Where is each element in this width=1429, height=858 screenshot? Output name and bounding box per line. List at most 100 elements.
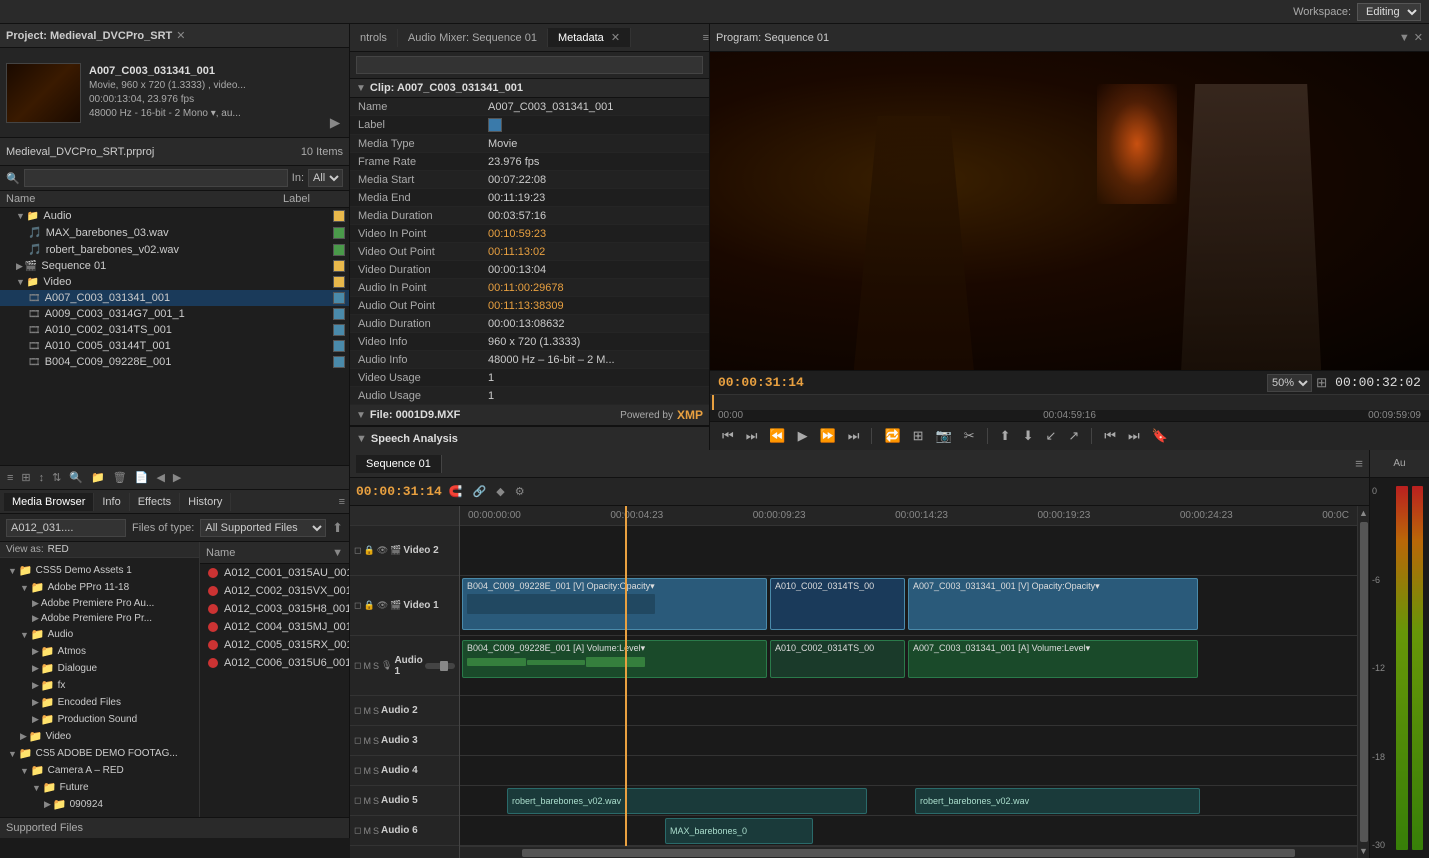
tree-video-file-4[interactable]: 🎞 A010_C005_03144T_001 <box>0 338 349 354</box>
media-panel-settings-button[interactable]: ≡ <box>339 496 345 508</box>
clip-b004[interactable]: B004_C009_09228E_001 [V] Opacity:Opacity… <box>462 578 767 630</box>
mt-camera-a[interactable]: ▼ 📁 Camera A – RED <box>4 762 195 779</box>
mt-production-sound[interactable]: ▶ 📁 Production Sound <box>4 711 195 728</box>
mt-cs5-demo-footage[interactable]: ▼ 📁 CS5 ADOBE DEMO FOOTAG... <box>4 745 195 762</box>
zoom-fit-button[interactable]: ⊞ <box>1316 375 1327 391</box>
mt-fx[interactable]: ▶ 📁 fx <box>4 677 195 694</box>
clip-play-button[interactable]: ▶ <box>327 115 343 131</box>
project-close-icon[interactable]: ✕ <box>176 29 185 42</box>
media-file-item-3[interactable]: A012_C003_0315H8_001.R3D <box>200 600 349 618</box>
tab-history[interactable]: History <box>180 493 231 511</box>
track-mute-audio[interactable]: M <box>363 796 371 806</box>
track-solo[interactable]: S <box>373 661 379 671</box>
clip-a010-v[interactable]: A010_C002_0314TS_00 <box>770 578 905 630</box>
metadata-tab-close-icon[interactable]: ✕ <box>611 32 620 44</box>
tab-info[interactable]: Info <box>94 493 129 511</box>
pm-close-button[interactable]: ✕ <box>1414 31 1423 44</box>
timeline-settings-button[interactable]: ≡ <box>1355 456 1363 471</box>
timeline-horizontal-scrollbar[interactable] <box>460 846 1357 858</box>
tree-video-folder[interactable]: ▼ 📁 Video <box>0 274 349 290</box>
track-solo[interactable]: S <box>373 706 379 716</box>
delete-button[interactable]: 🗑 <box>110 470 130 485</box>
media-file-item-2[interactable]: A012_C002_0315VX_001.R3D <box>200 582 349 600</box>
tree-video-file-3[interactable]: 🎞 A010_C002_0314TS_001 <box>0 322 349 338</box>
track-mute-audio[interactable]: M <box>363 736 371 746</box>
tl-snap-button[interactable]: 🧲 <box>446 484 466 499</box>
sort-col-button[interactable]: ▼ <box>332 547 343 559</box>
tl-add-marker-button[interactable]: ◆ <box>493 484 507 499</box>
clip-b004-a[interactable]: B004_C009_09228E_001 [A] Volume:Level▾ <box>462 640 767 678</box>
zoom-select[interactable]: 50% <box>1267 374 1312 392</box>
track-mute-audio[interactable]: M <box>363 661 371 671</box>
track-sync-lock[interactable]: ◻ <box>354 795 361 806</box>
track-solo[interactable]: S <box>373 766 379 776</box>
pm-marker-button[interactable]: 🔖 <box>1148 426 1172 446</box>
track-mute-audio[interactable]: M <box>363 706 371 716</box>
clip-a010-a[interactable]: A010_C002_0314TS_00 <box>770 640 905 678</box>
mt-adobeppro[interactable]: ▼ 📁 Adobe PPro 11-18 <box>4 579 195 596</box>
tree-sequence[interactable]: ▶ 🎬 Sequence 01 <box>0 258 349 274</box>
clip-a007-v[interactable]: A007_C003_031341_001 [V] Opacity:Opacity… <box>908 578 1198 630</box>
tab-controls[interactable]: ntrols <box>350 29 398 47</box>
tab-media-browser[interactable]: Media Browser <box>4 493 94 511</box>
timeline-ruler[interactable]: 00:00:00:00 00:00:04:23 00:00:09:23 00:0… <box>460 506 1357 526</box>
timeline-vertical-scrollbar[interactable]: ▲ ▼ <box>1357 506 1369 858</box>
track-lock[interactable]: 🔒 <box>363 545 374 556</box>
track-sync-lock[interactable]: ◻ <box>354 765 361 776</box>
pm-prev-edit-button[interactable]: ⏮ <box>1100 426 1120 446</box>
metadata-search-input[interactable] <box>356 56 703 74</box>
new-item-button[interactable]: 📄 <box>132 470 152 485</box>
prev-button[interactable]: ◀ <box>153 470 167 485</box>
pm-extract-button[interactable]: ⬇ <box>1019 426 1038 446</box>
tl-link-button[interactable]: 🔗 <box>470 484 490 499</box>
tree-video-file-2[interactable]: 🎞 A009_C003_0314G7_001_1 <box>0 306 349 322</box>
next-button[interactable]: ▶ <box>170 470 184 485</box>
sort-button[interactable]: ⇅ <box>49 470 64 485</box>
track-sync-lock[interactable]: ◻ <box>354 735 361 746</box>
pm-settings-button[interactable]: ▼ <box>1399 31 1410 44</box>
pm-insert-button[interactable]: ↙ <box>1041 426 1060 446</box>
in-select[interactable]: All <box>308 169 343 187</box>
project-search-input[interactable] <box>24 169 288 187</box>
mt-video-folder[interactable]: ▶ 📁 Video <box>4 728 195 745</box>
tab-metadata[interactable]: Metadata ✕ <box>548 28 631 47</box>
files-type-select[interactable]: All Supported Files <box>200 519 326 537</box>
program-monitor-ruler[interactable] <box>710 394 1429 410</box>
media-file-item-1[interactable]: A012_C001_0315AU_001.R3D <box>200 564 349 582</box>
tab-effects[interactable]: Effects <box>130 493 180 511</box>
media-file-item-4[interactable]: A012_C004_0315MJ_001.R3D <box>200 618 349 636</box>
track-sync-lock[interactable]: ◻ <box>354 825 361 836</box>
tree-video-file-1[interactable]: 🎞 A007_C003_031341_001 <box>0 290 349 306</box>
pm-loop-button[interactable]: 🔁 <box>880 426 904 446</box>
clip-max[interactable]: MAX_barebones_0 <box>665 818 813 844</box>
mt-atmos[interactable]: ▶ 📁 Atmos <box>4 643 195 660</box>
pm-export-frame-button[interactable]: 📷 <box>932 426 956 446</box>
audio-fader[interactable] <box>425 663 455 669</box>
track-eye[interactable]: 👁 <box>377 600 388 611</box>
track-mute-video[interactable]: 🎬 <box>390 600 401 611</box>
track-solo[interactable]: S <box>373 736 379 746</box>
pm-overwrite-button[interactable]: ↗ <box>1064 426 1083 446</box>
pm-next-edit-button[interactable]: ⏭ <box>1124 426 1144 446</box>
media-file-item-5[interactable]: A012_C005_0315RX_001.R3D <box>200 636 349 654</box>
mt-090924[interactable]: ▶ 📁 090924 <box>4 796 195 813</box>
list-view-button[interactable]: ≡ <box>4 471 16 485</box>
clip-a007-a[interactable]: A007_C003_031341_001 [A] Volume:Level▾ <box>908 640 1198 678</box>
metadata-settings-button[interactable]: ≡ <box>703 32 709 44</box>
mt-audio-folder[interactable]: ▼ 📁 Audio <box>4 626 195 643</box>
autoscroll-button[interactable]: ↕ <box>36 471 48 485</box>
tab-audio-mixer[interactable]: Audio Mixer: Sequence 01 <box>398 29 548 47</box>
program-playhead[interactable] <box>712 395 714 410</box>
mt-future[interactable]: ▼ 📁 Future <box>4 779 195 796</box>
track-mute-audio[interactable]: M <box>363 766 371 776</box>
clip-robert-2[interactable]: robert_barebones_v02.wav <box>915 788 1200 814</box>
upload-button[interactable]: ⬆ <box>332 520 343 536</box>
track-mic[interactable]: 🎙 <box>381 660 392 671</box>
tree-audio-folder[interactable]: ▼ 📁 Audio <box>0 208 349 224</box>
track-sync-lock[interactable]: ◻ <box>354 545 361 556</box>
label-color-swatch[interactable] <box>488 118 502 132</box>
tree-audio-file-2[interactable]: 🎵 robert_barebones_v02.wav <box>0 241 349 258</box>
track-mute-video[interactable]: 🎬 <box>390 545 401 556</box>
pm-mark-in-button[interactable]: ⏮ <box>718 426 738 446</box>
vscroll-up-button[interactable]: ▲ <box>1357 506 1369 520</box>
